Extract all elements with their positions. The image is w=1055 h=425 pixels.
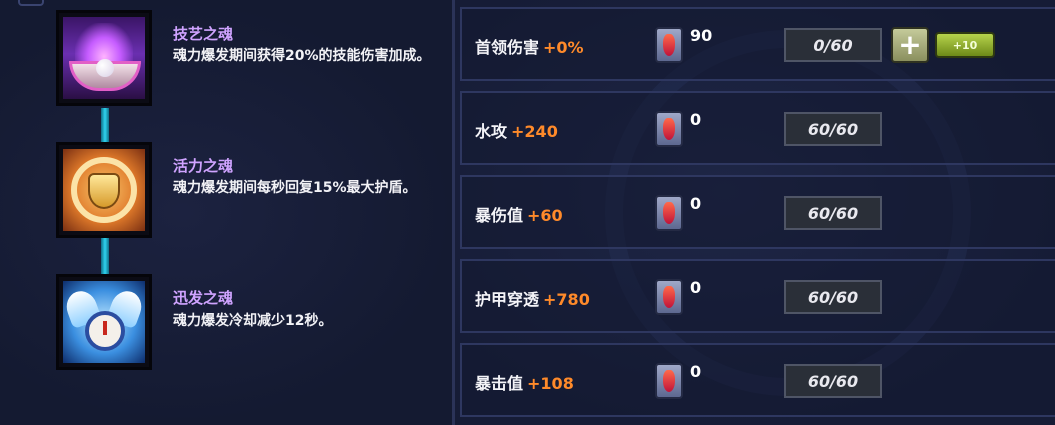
panel-divider xyxy=(452,0,455,425)
stat-bonus: +780 xyxy=(543,290,590,309)
soul-of-vitality-icon[interactable] xyxy=(56,142,152,238)
soul-gem-icon xyxy=(655,279,683,315)
soul-title: 技艺之魂 xyxy=(173,25,234,43)
soul-gem-icon xyxy=(655,111,683,147)
soul-of-skill-icon[interactable] xyxy=(56,10,152,106)
stat-bonus: +240 xyxy=(511,122,558,141)
stat-row-crit-damage: 暴伤值 +60 0 60/60 xyxy=(460,175,1055,249)
soul-of-swiftness-icon[interactable] xyxy=(56,274,152,370)
soul-gem-icon xyxy=(655,363,683,399)
gem-count: 0 xyxy=(690,110,702,129)
stat-name: 水攻 xyxy=(475,122,508,141)
gem-count: 0 xyxy=(690,362,702,381)
soul-description: 魂力爆发期间获得20%的技能伤害加成。 xyxy=(173,48,431,64)
soul-description: 魂力爆发期间每秒回复15%最大护盾。 xyxy=(173,180,417,196)
stat-name: 护甲穿透 xyxy=(475,290,540,309)
soul-gem-icon xyxy=(655,195,683,231)
stat-name: 首领伤害 xyxy=(475,38,540,57)
shield-icon xyxy=(88,173,120,209)
upgrade-plus-button[interactable]: + xyxy=(891,27,929,63)
pearl-icon xyxy=(96,59,114,77)
stat-name: 暴击值 xyxy=(475,374,524,393)
soul-description: 魂力爆发冷却减少12秒。 xyxy=(173,313,333,329)
upgrade-plus10-button[interactable]: +10 xyxy=(935,32,995,58)
stat-bonus: +60 xyxy=(527,206,563,225)
soul-title: 迅发之魂 xyxy=(173,289,234,307)
soul-title: 活力之魂 xyxy=(173,157,234,175)
level-progress: 0/60 xyxy=(784,28,882,62)
soul-connector xyxy=(101,238,109,274)
soul-gem-icon xyxy=(655,27,683,63)
panel-corner-ornament xyxy=(18,0,44,6)
gem-count: 0 xyxy=(690,278,702,297)
level-progress: 60/60 xyxy=(784,280,882,314)
stat-bonus: +0% xyxy=(543,38,584,57)
stat-name: 暴伤值 xyxy=(475,206,524,225)
gem-count: 0 xyxy=(690,194,702,213)
level-progress: 60/60 xyxy=(784,196,882,230)
gem-count: 90 xyxy=(690,26,713,45)
soul-connector xyxy=(101,108,109,142)
stat-row-crit-rate: 暴击值 +108 0 60/60 xyxy=(460,343,1055,417)
stat-row-water-attack: 水攻 +240 0 60/60 xyxy=(460,91,1055,165)
level-progress: 60/60 xyxy=(784,364,882,398)
stat-row-armor-penetration: 护甲穿透 +780 0 60/60 xyxy=(460,259,1055,333)
stat-bonus: +108 xyxy=(527,374,574,393)
stat-row-boss-damage: 首领伤害 +0% 90 0/60 + +10 xyxy=(460,7,1055,81)
level-progress: 60/60 xyxy=(784,112,882,146)
